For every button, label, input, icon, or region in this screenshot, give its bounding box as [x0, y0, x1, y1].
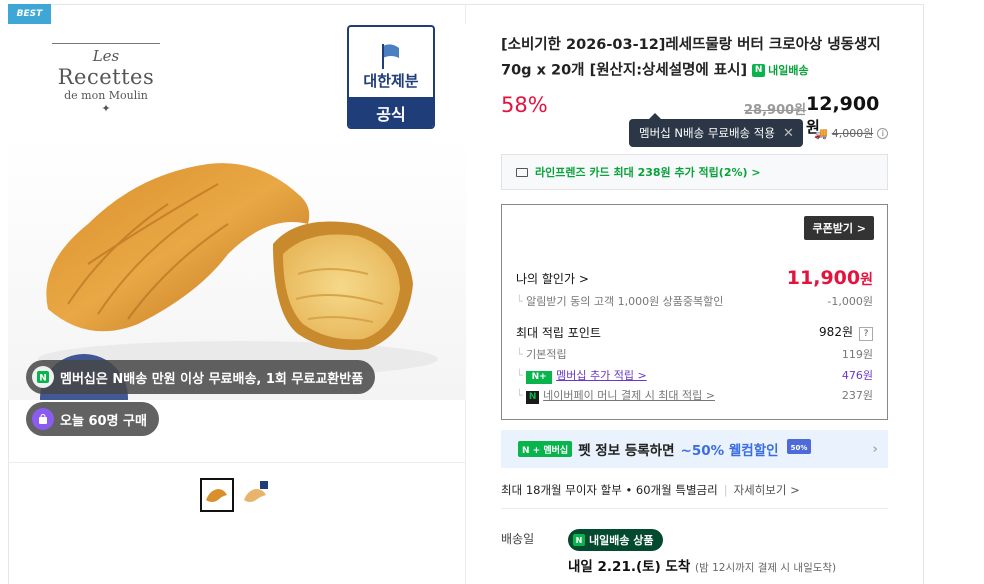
- thumbnail-2[interactable]: [238, 478, 272, 512]
- svg-text:N: N: [39, 374, 47, 384]
- main-product-image[interactable]: Les Recettes de mon Moulin ✦ 대한제분 공식: [8, 24, 466, 400]
- discount-rate: 58%: [501, 93, 548, 117]
- original-price: 28,900원: [744, 103, 807, 118]
- product-title: [소비기한 2026-03-12]레세뜨물랑 버터 크로아상 냉동생지 70g …: [501, 33, 891, 84]
- more-details-link[interactable]: 자세히보기 >: [734, 483, 800, 497]
- basic-points-row: 기본적립 119원: [516, 346, 873, 362]
- thumbnail-1[interactable]: [200, 478, 234, 512]
- tomorrow-delivery-badge: N 내일배송 상품: [568, 529, 663, 551]
- brand-logo: Les Recettes de mon Moulin ✦: [52, 40, 160, 115]
- pet-welcome-banner[interactable]: N + 멤버십 펫 정보 등록하면 ~50% 웰컴할인 50% ›: [501, 430, 888, 468]
- best-badge: BEST: [8, 4, 51, 24]
- shipping-label: 배송일: [501, 532, 535, 546]
- truck-icon: 🚚: [814, 126, 828, 140]
- membership-pill: N 멤버십은 N배송 만원 이상 무료배송, 1회 무료교환반품: [26, 360, 376, 394]
- wheat-flag-icon: [382, 44, 399, 69]
- membership-tooltip: 멤버십 N배송 무료배송 적용 ✕: [629, 113, 803, 147]
- help-icon[interactable]: ?: [859, 327, 873, 341]
- product-page: BEST Les Recettes de mon Moulin ✦ 대한제분 공…: [0, 0, 984, 584]
- my-price-row: 나의 할인가 > 11,900원: [516, 267, 873, 289]
- coupon-icon: 50%: [785, 437, 815, 461]
- shipping-fee: 🚚 4,000원 i: [814, 125, 889, 141]
- product-gallery: BEST Les Recettes de mon Moulin ✦ 대한제분 공…: [8, 4, 466, 584]
- alarm-discount-row: 알림받기 동의 고객 1,000원 상품중복할인 -1,000원: [516, 293, 873, 309]
- official-store-badge: 대한제분 공식: [347, 25, 435, 129]
- member-points-row: N+멤버십 추가 적립 > 476원: [516, 367, 873, 384]
- chevron-right-icon: ›: [872, 441, 878, 457]
- divider: [501, 508, 888, 509]
- card-benefit-link[interactable]: 라인프렌즈 카드 최대 238원 추가 적립(2%) >: [501, 154, 888, 190]
- my-price-value: 11,900원: [786, 267, 873, 289]
- benefit-box: 쿠폰받기 > 나의 할인가 > 11,900원 알림받기 동의 고객 1,000…: [501, 204, 888, 420]
- npay-icon: N: [526, 390, 540, 404]
- installment-info: 최대 18개월 무이자 할부 • 60개월 특별금리 | 자세히보기 >: [501, 483, 800, 497]
- delivery-date: 내일 2.21.(토) 도착 (밤 12시까지 결제 시 내일도착): [568, 559, 837, 575]
- credit-card-icon: [516, 167, 528, 177]
- membership-chip: N + 멤버십: [518, 441, 573, 457]
- croissant-image: [38, 163, 438, 377]
- n-delivery-icon: N: [32, 366, 54, 388]
- thumbnail-strip: [8, 462, 466, 526]
- buyers-pill: 오늘 60명 구매: [26, 402, 159, 436]
- info-icon[interactable]: i: [877, 127, 889, 139]
- shopping-bag-icon: [32, 408, 54, 430]
- points-row: 최대 적립 포인트 982원?: [516, 323, 873, 341]
- npay-points-row: N네이버페이 머니 결제 시 최대 적립 > 237원: [516, 387, 873, 404]
- my-price-label[interactable]: 나의 할인가 >: [516, 270, 589, 287]
- n-plus-icon: N+: [526, 370, 553, 384]
- coupon-button[interactable]: 쿠폰받기 >: [804, 216, 874, 240]
- close-icon[interactable]: ✕: [783, 126, 794, 141]
- tomorrow-delivery-tag: N 내일배송: [752, 58, 809, 83]
- svg-text:50%: 50%: [790, 444, 807, 452]
